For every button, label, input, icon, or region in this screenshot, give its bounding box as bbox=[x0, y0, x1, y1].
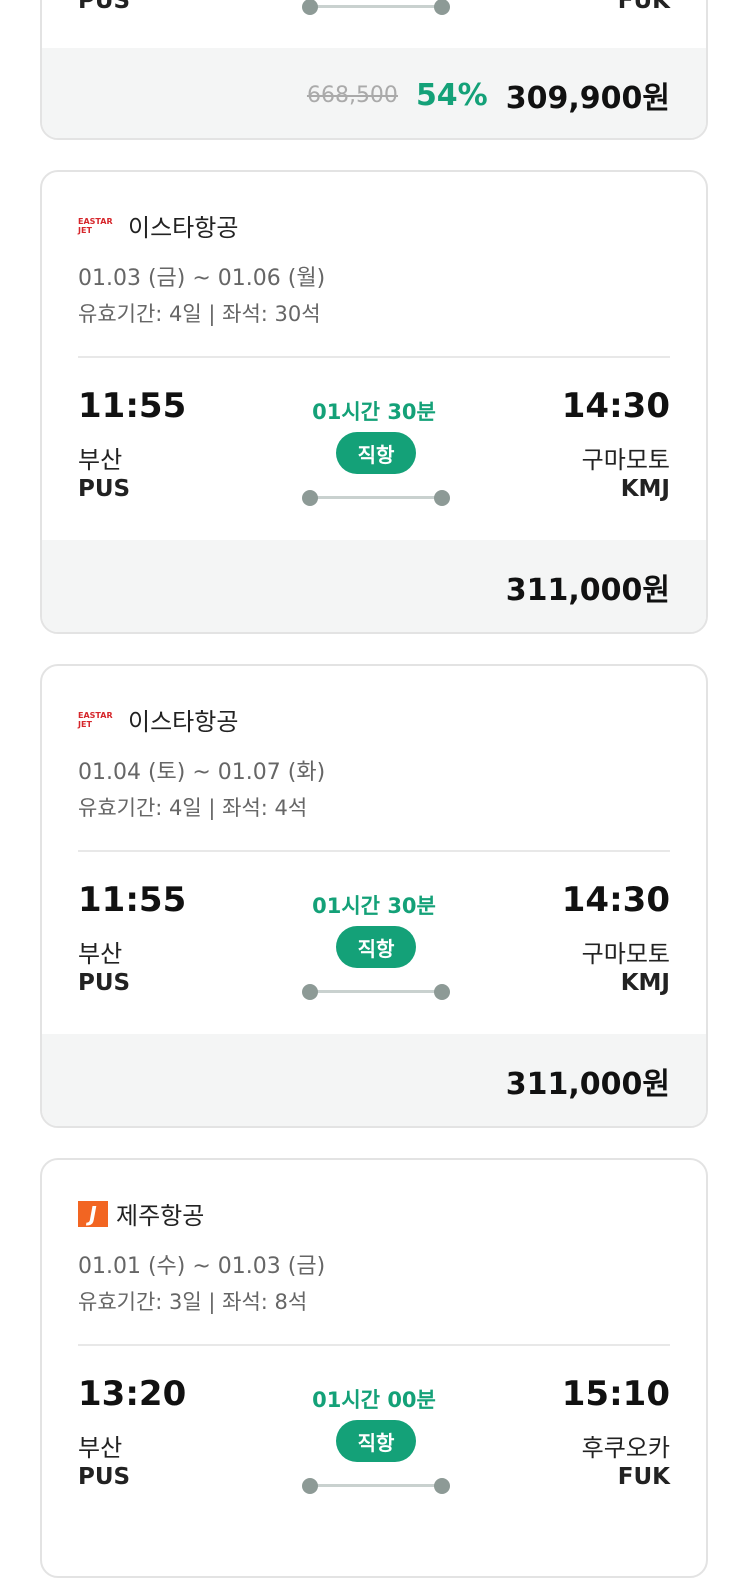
jeju-air-logo-icon: J bbox=[78, 1200, 108, 1227]
airline-name: 이스타항공 bbox=[128, 214, 239, 242]
validity-seats: 유효기간: 3일 | 좌석: 8석 bbox=[78, 1290, 308, 1314]
route-line bbox=[302, 984, 450, 1000]
travel-dates: 01.04 (토) ~ 01.07 (화) bbox=[78, 760, 326, 785]
price: 311,000원 bbox=[505, 573, 670, 608]
travel-dates: 01.03 (금) ~ 01.06 (월) bbox=[78, 266, 326, 291]
arrival-city: 구마모토 bbox=[581, 446, 670, 474]
airline: EASTAR JET 이스타항공 bbox=[78, 208, 238, 243]
airline-name: 이스타항공 bbox=[128, 708, 239, 736]
price-bar: 668,500 54% 309,900원 bbox=[42, 48, 706, 138]
departure-code: PUS bbox=[78, 476, 131, 502]
flight-card[interactable]: EASTAR JET 이스타항공 01.03 (금) ~ 01.06 (월) 유… bbox=[40, 170, 708, 634]
departure-code: PUS bbox=[78, 970, 131, 996]
divider bbox=[78, 356, 670, 358]
airline-name: 제주항공 bbox=[116, 1202, 205, 1230]
flight-card-top[interactable]: PUS FUK 668,500 54% 309,900원 bbox=[40, 0, 708, 140]
travel-dates: 01.01 (수) ~ 01.03 (금) bbox=[78, 1254, 326, 1279]
arrival-city: 후쿠오카 bbox=[581, 1434, 670, 1462]
arrival-code: FUK bbox=[617, 0, 670, 14]
arrival-code: KMJ bbox=[620, 476, 670, 502]
eastar-jet-logo-icon: EASTAR JET bbox=[78, 216, 113, 235]
divider bbox=[78, 1344, 670, 1346]
arrival-code: FUK bbox=[617, 1464, 670, 1490]
direct-badge: 직항 bbox=[336, 432, 416, 474]
divider bbox=[78, 850, 670, 852]
route-line bbox=[302, 0, 450, 15]
price-bar: 311,000원 bbox=[42, 1034, 706, 1126]
departure-code: PUS bbox=[78, 0, 131, 14]
arrival-city: 구마모토 bbox=[581, 940, 670, 968]
direct-badge: 직항 bbox=[336, 1420, 416, 1462]
departure-city: 부산 bbox=[78, 1434, 123, 1462]
validity-seats: 유효기간: 4일 | 좌석: 4석 bbox=[78, 796, 308, 820]
airline: EASTAR JET 이스타항공 bbox=[78, 702, 238, 737]
validity-seats: 유효기간: 4일 | 좌석: 30석 bbox=[78, 302, 321, 326]
arrival-time: 14:30 bbox=[561, 880, 670, 920]
departure-city: 부산 bbox=[78, 940, 123, 968]
price: 309,900원 bbox=[505, 81, 670, 116]
price-bar: 311,000원 bbox=[42, 540, 706, 632]
route-line bbox=[302, 1478, 450, 1494]
airline: J 제주항공 bbox=[78, 1196, 204, 1231]
flight-card[interactable]: EASTAR JET 이스타항공 01.04 (토) ~ 01.07 (화) 유… bbox=[40, 664, 708, 1128]
route-line bbox=[302, 490, 450, 506]
price: 311,000원 bbox=[505, 1067, 670, 1102]
eastar-jet-logo-icon: EASTAR JET bbox=[78, 710, 113, 729]
departure-code: PUS bbox=[78, 1464, 131, 1490]
arrival-time: 15:10 bbox=[561, 1374, 670, 1414]
original-price: 668,500 bbox=[306, 82, 398, 108]
arrival-code: KMJ bbox=[620, 970, 670, 996]
arrival-time: 14:30 bbox=[561, 386, 670, 426]
direct-badge: 직항 bbox=[336, 926, 416, 968]
flight-card[interactable]: J 제주항공 01.01 (수) ~ 01.03 (금) 유효기간: 3일 | … bbox=[40, 1158, 708, 1578]
discount-rate: 54% bbox=[415, 77, 488, 113]
departure-city: 부산 bbox=[78, 446, 123, 474]
